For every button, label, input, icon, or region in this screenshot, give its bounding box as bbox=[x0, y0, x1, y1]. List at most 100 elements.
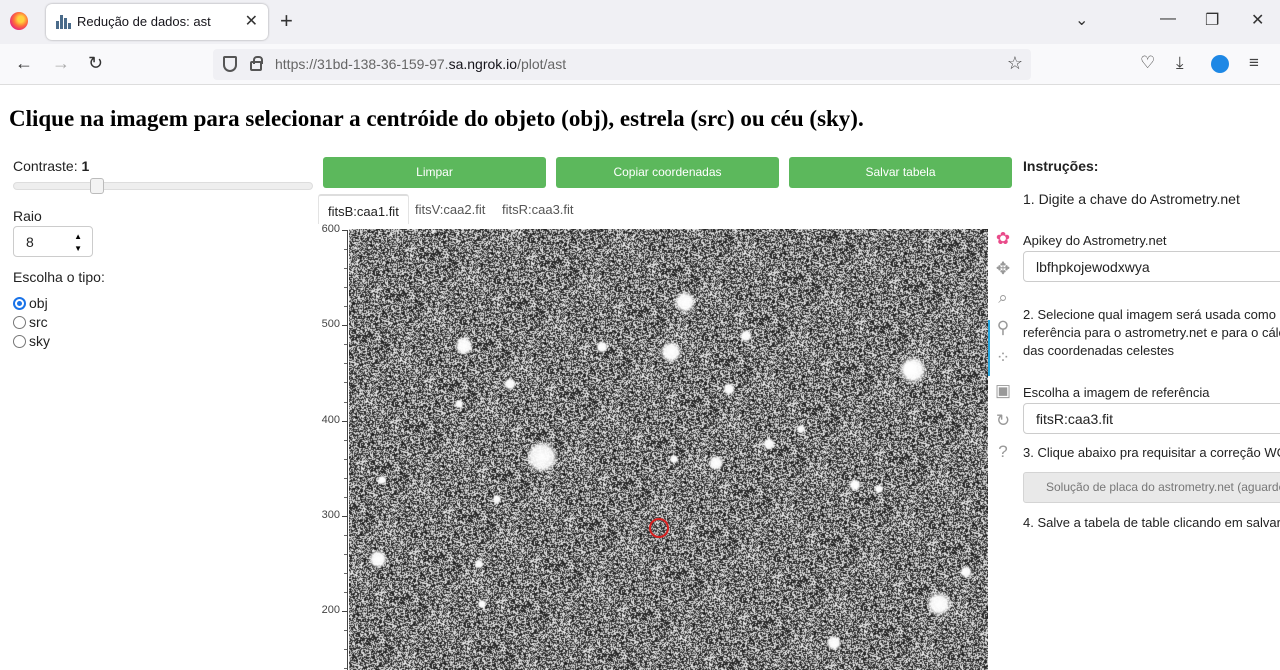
y-tick-label: 500 bbox=[321, 318, 340, 331]
save-icon[interactable]: ▣ bbox=[992, 380, 1014, 402]
chart-favicon-icon bbox=[56, 15, 72, 29]
radio-obj[interactable]: obj bbox=[13, 295, 48, 311]
browser-tab[interactable]: Redução de dados: ast ✕ bbox=[46, 4, 268, 40]
step2-line2: referência para o astrometry.net e para … bbox=[1023, 325, 1280, 340]
instructions-heading: Instruções: bbox=[1023, 158, 1099, 174]
lock-icon[interactable] bbox=[250, 56, 263, 71]
y-minor-tick bbox=[344, 573, 347, 575]
y-minor-tick bbox=[344, 268, 347, 270]
apikey-input[interactable]: lbfhpkojewodxwya bbox=[1023, 251, 1280, 282]
y-tick-label: 200 bbox=[321, 604, 340, 617]
forward-icon[interactable]: → bbox=[52, 53, 70, 74]
tab-list-chevron-icon[interactable]: ⌄ bbox=[1075, 10, 1088, 30]
apikey-label: Apikey do Astrometry.net bbox=[1023, 233, 1167, 248]
downloads-icon[interactable]: ⤓ bbox=[1176, 53, 1184, 73]
shield-icon[interactable] bbox=[223, 56, 237, 72]
y-minor-tick bbox=[344, 363, 347, 365]
tab-fitsr[interactable]: fitsR:caa3.fit bbox=[493, 194, 583, 224]
radio-src[interactable]: src bbox=[13, 314, 48, 330]
pocket-icon[interactable]: ♡ bbox=[1140, 53, 1155, 73]
browser-navbar: ← → ↻ https://31bd-138-36-159-97.sa.ngro… bbox=[0, 44, 1280, 85]
new-tab-icon[interactable]: + bbox=[280, 8, 293, 34]
y-minor-tick bbox=[344, 592, 347, 594]
y-minor-tick bbox=[344, 630, 347, 632]
bokeh-logo-icon[interactable]: ✿ bbox=[992, 228, 1014, 250]
y-tick bbox=[342, 611, 347, 613]
radius-spinner[interactable]: 8 ▲ ▼ bbox=[13, 226, 93, 257]
wheel-zoom-icon[interactable]: ⚲ bbox=[992, 317, 1014, 339]
y-minor-tick bbox=[344, 287, 347, 289]
radius-label: Raio bbox=[13, 208, 42, 224]
y-minor-tick bbox=[344, 344, 347, 346]
bookmark-star-icon[interactable]: ☆ bbox=[1007, 53, 1023, 74]
reset-icon[interactable]: ↻ bbox=[992, 410, 1014, 432]
radio-sky-label: sky bbox=[29, 333, 50, 349]
y-minor-tick bbox=[344, 382, 347, 384]
reload-icon[interactable]: ↻ bbox=[88, 53, 103, 74]
radio-sky-button[interactable] bbox=[13, 334, 26, 348]
reference-image-select[interactable]: fitsR:caa3.fit bbox=[1023, 403, 1280, 434]
step4-text: 4. Salve a tabela de table clicando em s… bbox=[1023, 515, 1280, 530]
y-minor-tick bbox=[344, 249, 347, 251]
y-minor-tick bbox=[344, 439, 347, 441]
decrement-icon[interactable]: ▼ bbox=[74, 244, 82, 253]
y-tick-label: 600 bbox=[321, 223, 340, 235]
y-minor-tick bbox=[344, 496, 347, 498]
page-title: Clique na imagem para selecionar a centr… bbox=[9, 106, 864, 131]
contrast-slider-handle[interactable] bbox=[90, 178, 104, 194]
y-minor-tick bbox=[344, 401, 347, 403]
menu-icon[interactable]: ≡ bbox=[1249, 53, 1259, 73]
tab-title: Redução de dados: ast bbox=[77, 14, 211, 29]
image-plot[interactable]: 600 500 400 300 200 bbox=[318, 223, 988, 670]
y-minor-tick bbox=[344, 458, 347, 460]
url-text[interactable]: https://31bd-138-36-159-97.sa.ngrok.io/p… bbox=[275, 56, 566, 72]
fits-image[interactable] bbox=[349, 229, 988, 670]
increment-icon[interactable]: ▲ bbox=[74, 232, 82, 241]
extension-icon[interactable] bbox=[1211, 55, 1229, 73]
help-icon[interactable]: ? bbox=[992, 441, 1014, 463]
tab-fitsv[interactable]: fitsV:caa2.fit bbox=[406, 194, 494, 224]
fits-image-canvas[interactable] bbox=[349, 229, 988, 670]
zoom-icon[interactable]: ⌕ bbox=[992, 287, 1014, 309]
y-axis bbox=[347, 230, 348, 670]
reference-image-label: Escolha a imagem de referência bbox=[1023, 385, 1210, 400]
y-minor-tick bbox=[344, 668, 347, 670]
y-minor-tick bbox=[344, 477, 347, 479]
minimize-icon[interactable]: — bbox=[1160, 10, 1176, 28]
step2-line1: 2. Selecione qual imagem será usada como bbox=[1023, 307, 1276, 322]
radio-obj-button[interactable] bbox=[13, 296, 26, 310]
y-tick bbox=[342, 515, 347, 517]
close-tab-icon[interactable]: ✕ bbox=[245, 11, 258, 31]
radio-src-button[interactable] bbox=[13, 315, 26, 329]
radio-src-label: src bbox=[29, 314, 48, 330]
back-icon[interactable]: ← bbox=[15, 53, 33, 74]
plate-solve-button[interactable]: Solução de placa do astrometry.net (agua… bbox=[1023, 472, 1280, 503]
radio-obj-label: obj bbox=[29, 295, 48, 311]
tap-select-icon[interactable]: ⁘ bbox=[992, 347, 1014, 369]
y-minor-tick bbox=[344, 554, 347, 556]
save-table-button[interactable]: Salvar tabela bbox=[789, 157, 1012, 188]
radio-sky[interactable]: sky bbox=[13, 333, 50, 349]
restore-icon[interactable]: ❐ bbox=[1205, 10, 1219, 30]
y-tick bbox=[342, 325, 347, 327]
pan-icon[interactable]: ✥ bbox=[992, 258, 1014, 280]
step2-line3: das coordenadas celestes bbox=[1023, 343, 1175, 358]
copy-coordinates-button[interactable]: Copiar coordenadas bbox=[556, 157, 779, 188]
browser-tabbar: Redução de dados: ast ✕ + ⌄ — ❐ ✕ bbox=[0, 0, 1280, 44]
contrast-label: Contraste: 1 bbox=[13, 158, 90, 174]
contrast-slider[interactable] bbox=[13, 182, 313, 190]
tab-fitsb[interactable]: fitsB:caa1.fit bbox=[318, 194, 409, 224]
y-tick bbox=[342, 230, 347, 231]
close-window-icon[interactable]: ✕ bbox=[1251, 10, 1264, 30]
active-tool-indicator bbox=[988, 320, 990, 376]
y-minor-tick bbox=[344, 534, 347, 536]
clear-button[interactable]: Limpar bbox=[323, 157, 546, 188]
step3-text: 3. Clique abaixo pra requisitar a correç… bbox=[1023, 445, 1280, 460]
y-tick bbox=[342, 420, 347, 422]
url-bar[interactable]: https://31bd-138-36-159-97.sa.ngrok.io/p… bbox=[213, 49, 1031, 80]
y-minor-tick bbox=[344, 306, 347, 308]
type-label: Escolha o tipo: bbox=[13, 269, 105, 285]
y-minor-tick bbox=[344, 649, 347, 651]
firefox-logo-icon[interactable] bbox=[10, 12, 28, 30]
y-tick-label: 400 bbox=[321, 413, 340, 426]
